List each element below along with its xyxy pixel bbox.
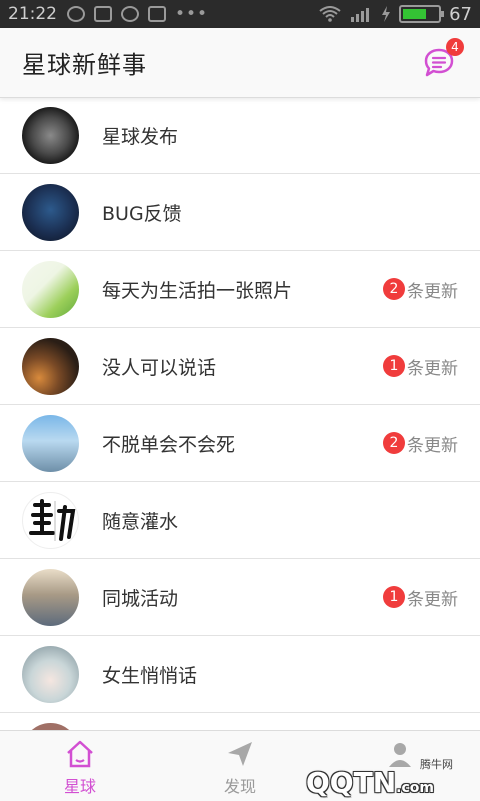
- update-count-badge: 1: [383, 355, 405, 377]
- hacker-avatar: [22, 184, 79, 241]
- watermark-logo: QQTN.com: [306, 766, 434, 799]
- list-item[interactable]: 同城活动 1 条更新: [0, 559, 480, 636]
- list-item-name: 不脱单会不会死: [102, 433, 236, 456]
- battery-level: 67: [449, 3, 472, 25]
- battery-icon: [399, 5, 445, 23]
- chat-icon: [121, 6, 139, 22]
- list-item-name: 没人可以说话: [102, 356, 217, 379]
- messages-button[interactable]: 4: [422, 38, 464, 80]
- update-label: 条更新: [407, 281, 458, 302]
- home-icon: [67, 740, 93, 768]
- update-label: 条更新: [407, 358, 458, 379]
- moon-avatar: [22, 107, 79, 164]
- list-item-name: 每天为生活拍一张照片: [102, 279, 293, 302]
- update-count-badge: 2: [383, 278, 405, 300]
- list-item-name: 随意灌水: [102, 510, 179, 533]
- upload-icon: [94, 6, 112, 22]
- page-title: 星球新鲜事: [22, 51, 147, 79]
- calligraphy-icon: [29, 499, 76, 541]
- list-item[interactable]: [0, 713, 480, 730]
- couple-avatar: [22, 415, 79, 472]
- battery-fill: [403, 9, 426, 19]
- update-count-badge: 1: [383, 586, 405, 608]
- send-icon: [228, 742, 252, 766]
- update-label: 条更新: [407, 435, 458, 456]
- tab-label: 星球: [63, 777, 96, 796]
- update-count-badge: 2: [383, 432, 405, 454]
- watermark-logo-suffix: .com: [396, 780, 434, 796]
- image-icon: [148, 6, 166, 22]
- list-item[interactable]: 每天为生活拍一张照片 2 条更新: [0, 251, 480, 328]
- list-item[interactable]: 女生悄悄话: [0, 636, 480, 713]
- list-item-name: 女生悄悄话: [102, 664, 198, 687]
- watermark-logo-text: QQTN: [306, 766, 397, 799]
- update-label: 条更新: [407, 589, 458, 610]
- watermark: 腾牛网 QQTN.com: [270, 738, 475, 799]
- list-item[interactable]: 没人可以说话 1 条更新: [0, 328, 480, 405]
- night-lights-avatar: [22, 338, 79, 395]
- list-item[interactable]: 星球发布: [0, 97, 480, 174]
- anime-girl-avatar: [22, 646, 79, 703]
- tab-planet[interactable]: 星球: [20, 731, 140, 801]
- status-time: 21:22: [8, 4, 57, 24]
- list-item[interactable]: 不脱单会不会死 2 条更新: [0, 405, 480, 482]
- message-count-badge: 4: [446, 38, 464, 56]
- list-item[interactable]: 随意灌水: [0, 482, 480, 559]
- leaf-avatar: [22, 261, 79, 318]
- wifi-icon: [319, 6, 341, 22]
- city-avatar: [22, 569, 79, 626]
- status-bar: 21:22 ••• 67: [0, 0, 480, 28]
- list-item-name: 同城活动: [102, 587, 179, 610]
- update-indicator: 1 条更新: [383, 354, 458, 379]
- update-indicator: 1 条更新: [383, 585, 458, 610]
- more-notifications-icon: •••: [175, 4, 209, 24]
- app-header: 星球新鲜事 4: [0, 28, 480, 98]
- check-icon: [67, 6, 85, 22]
- calligraphy-avatar: [22, 492, 79, 549]
- update-indicator: 2 条更新: [383, 431, 458, 456]
- planet-list: 星球发布 BUG反馈 每天为生活拍一张照片 2 条更新 没人可以说话 1 条更新…: [0, 97, 480, 730]
- list-item-name: 星球发布: [102, 125, 179, 148]
- partial-avatar: [22, 723, 79, 730]
- notification-icons: •••: [67, 4, 208, 24]
- list-item-name: BUG反馈: [102, 202, 182, 225]
- update-indicator: 2 条更新: [383, 277, 458, 302]
- charging-icon: [382, 6, 391, 22]
- signal-icon: [351, 8, 370, 22]
- list-item[interactable]: BUG反馈: [0, 174, 480, 251]
